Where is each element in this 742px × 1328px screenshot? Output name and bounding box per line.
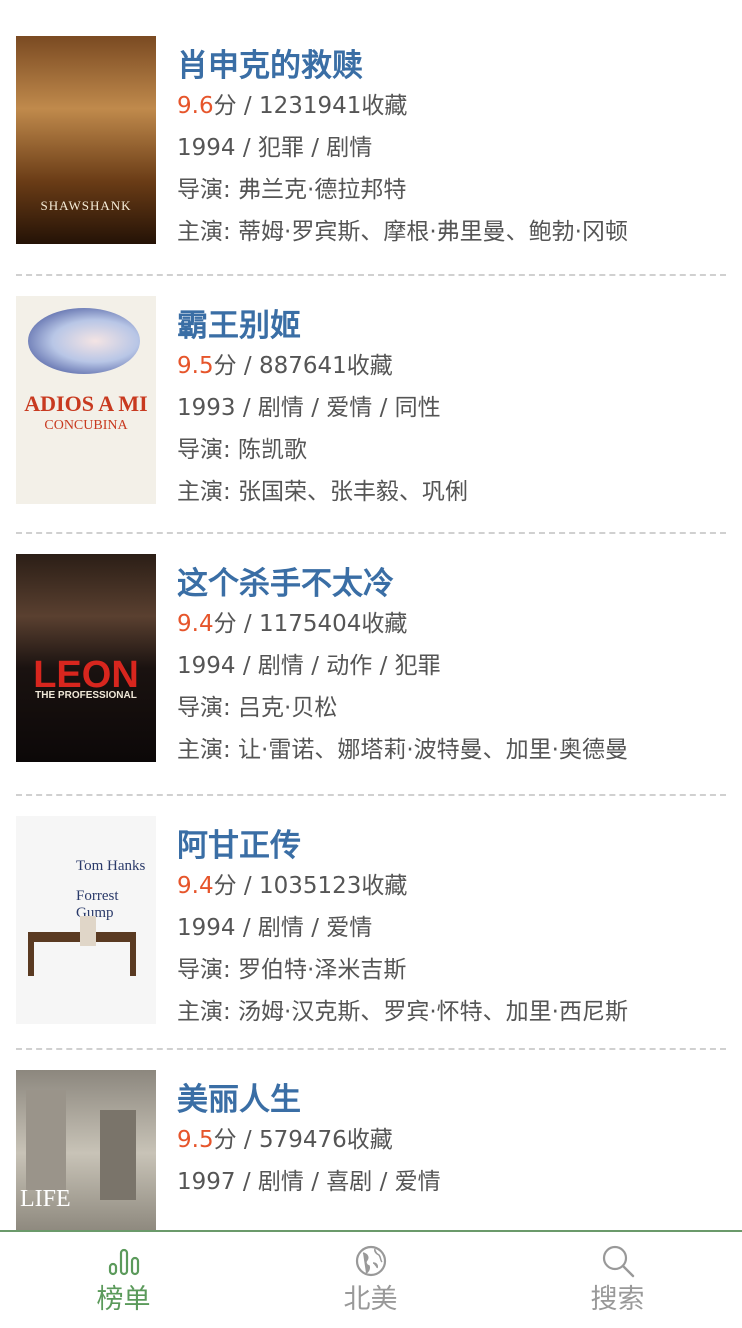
- movie-poster[interactable]: SHAWSHANK: [16, 36, 156, 244]
- tab-north-america[interactable]: 北美: [247, 1232, 494, 1328]
- movie-meta: 1994 / 犯罪 / 剧情: [177, 135, 373, 161]
- movie-meta: 1994 / 剧情 / 动作 / 犯罪: [177, 653, 441, 679]
- movie-collect-count: 分 / 887641收藏: [213, 353, 393, 379]
- movie-rating-line: 9.4分 / 1035123收藏: [177, 870, 407, 902]
- movie-cast: 主演: 蒂姆·罗宾斯、摩根·弗里曼、鲍勃·冈顿: [177, 219, 628, 245]
- movie-rating: 9.5: [177, 1127, 214, 1153]
- movie-cast: 主演: 汤姆·汉克斯、罗宾·怀特、加里·西尼斯: [177, 999, 628, 1025]
- movie-rating-line: 9.6分 / 1231941收藏: [177, 90, 407, 122]
- tab-label: 北美: [343, 1284, 398, 1315]
- poster-subtitle: CONCUBINA: [44, 418, 128, 433]
- movie-cast: 主演: 让·雷诺、娜塔莉·波特曼、加里·奥德曼: [177, 737, 628, 763]
- movie-director: 导演: 弗兰克·德拉邦特: [177, 177, 407, 203]
- movie-meta: 1993 / 剧情 / 爱情 / 同性: [177, 395, 441, 421]
- search-icon: [602, 1245, 634, 1278]
- movie-rating: 9.4: [177, 611, 214, 637]
- movie-item[interactable]: Tom Hanks Forrest Gump 阿甘正传 9.4分 / 10351…: [16, 796, 726, 1050]
- poster-art: [28, 308, 140, 374]
- movie-title[interactable]: 这个杀手不太冷: [177, 564, 394, 604]
- poster-bench-leg: [130, 942, 136, 976]
- tab-label: 榜单: [96, 1284, 151, 1315]
- movie-rating-line: 9.4分 / 1175404收藏: [177, 608, 407, 640]
- poster-title: SHAWSHANK: [40, 198, 132, 213]
- movie-collect-count: 分 / 1035123收藏: [213, 873, 408, 899]
- poster-title: LIFE: [20, 1186, 71, 1212]
- movie-title[interactable]: 肖申克的救赎: [177, 46, 363, 86]
- movie-rating-line: 9.5分 / 579476收藏: [177, 1124, 393, 1156]
- movie-poster[interactable]: Tom Hanks Forrest Gump: [16, 816, 156, 1024]
- movie-title[interactable]: 霸王别姬: [177, 306, 301, 346]
- movie-rating: 9.5: [177, 353, 214, 379]
- movie-item[interactable]: LIFE 美丽人生 9.5分 / 579476收藏 1997 / 剧情 / 喜剧…: [16, 1050, 726, 1230]
- poster-building: [26, 1090, 66, 1190]
- movie-item[interactable]: LEON THE PROFESSIONAL 这个杀手不太冷 9.4分 / 117…: [16, 534, 726, 796]
- movie-director: 导演: 罗伯特·泽米吉斯: [177, 957, 407, 983]
- movie-rating: 9.4: [177, 873, 214, 899]
- tab-ranking[interactable]: 榜单: [0, 1232, 247, 1328]
- movie-meta: 1997 / 剧情 / 喜剧 / 爱情: [177, 1169, 441, 1195]
- movie-title[interactable]: 美丽人生: [177, 1080, 301, 1120]
- tab-bar: 榜单 北美 搜索: [0, 1230, 742, 1328]
- movie-title[interactable]: 阿甘正传: [177, 826, 301, 866]
- poster-title: Tom Hanks: [76, 858, 146, 874]
- movie-collect-count: 分 / 1231941收藏: [213, 93, 408, 119]
- poster-subtitle: THE PROFESSIONAL: [35, 690, 137, 701]
- movie-item[interactable]: ADIOS A MI CONCUBINA 霸王别姬 9.5分 / 887641收…: [16, 276, 726, 534]
- movie-meta: 1994 / 剧情 / 爱情: [177, 915, 373, 941]
- poster-bench-leg: [28, 942, 34, 976]
- movie-rating-line: 9.5分 / 887641收藏: [177, 350, 393, 382]
- movie-collect-count: 分 / 1175404收藏: [213, 611, 408, 637]
- movie-collect-count: 分 / 579476收藏: [213, 1127, 393, 1153]
- poster-title: ADIOS A MI: [24, 391, 148, 416]
- movie-director: 导演: 吕克·贝松: [177, 695, 338, 721]
- movie-rating: 9.6: [177, 93, 214, 119]
- movie-poster[interactable]: LIFE: [16, 1070, 156, 1230]
- movie-poster[interactable]: ADIOS A MI CONCUBINA: [16, 296, 156, 504]
- tab-label: 搜索: [590, 1284, 645, 1315]
- movie-item[interactable]: SHAWSHANK 肖申克的救赎 9.6分 / 1231941收藏 1994 /…: [16, 16, 726, 276]
- movie-director: 导演: 陈凯歌: [177, 437, 308, 463]
- chart-icon: [108, 1248, 139, 1276]
- movie-cast: 主演: 张国荣、张丰毅、巩俐: [177, 479, 469, 505]
- movie-list: SHAWSHANK 肖申克的救赎 9.6分 / 1231941收藏 1994 /…: [0, 0, 742, 1230]
- movie-poster[interactable]: LEON THE PROFESSIONAL: [16, 554, 156, 762]
- globe-icon: [355, 1245, 386, 1277]
- poster-building: [100, 1110, 136, 1200]
- tab-search[interactable]: 搜索: [494, 1232, 741, 1328]
- poster-figure: [80, 916, 96, 946]
